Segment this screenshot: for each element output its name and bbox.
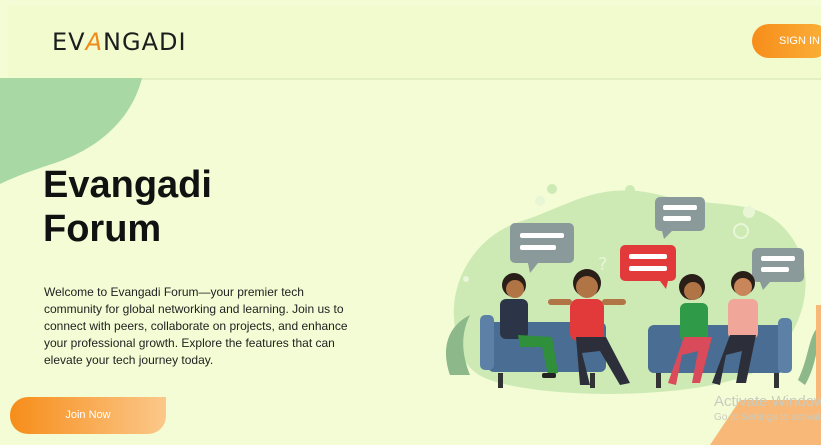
logo-text-left: EV [52,28,86,56]
community-illustration: ? [446,184,821,400]
header: EVANGADI [8,6,821,80]
logo-text-right: NGADI [103,28,187,56]
watermark-subtitle: Go to Settings to activate Windows. [714,412,821,423]
join-now-button[interactable]: Join Now [10,397,166,434]
evangadi-logo[interactable]: EVANGADI [52,28,187,56]
landing-page: EVANGADI SIGN IN Evangadi Forum Welcome … [0,0,821,445]
hero-description: Welcome to Evangadi Forum—your premier t… [44,285,348,367]
watermark-title: Activate Windows [714,393,821,410]
page-title: Evangadi Forum [43,163,212,251]
windows-activation-watermark: Activate Windows Go to Settings to activ… [714,393,821,423]
svg-text:?: ? [598,254,608,275]
sign-in-button[interactable]: SIGN IN [752,24,821,58]
title-line-2: Forum [43,208,162,250]
logo-text-accent: A [85,28,104,56]
title-line-1: Evangadi [43,164,212,206]
